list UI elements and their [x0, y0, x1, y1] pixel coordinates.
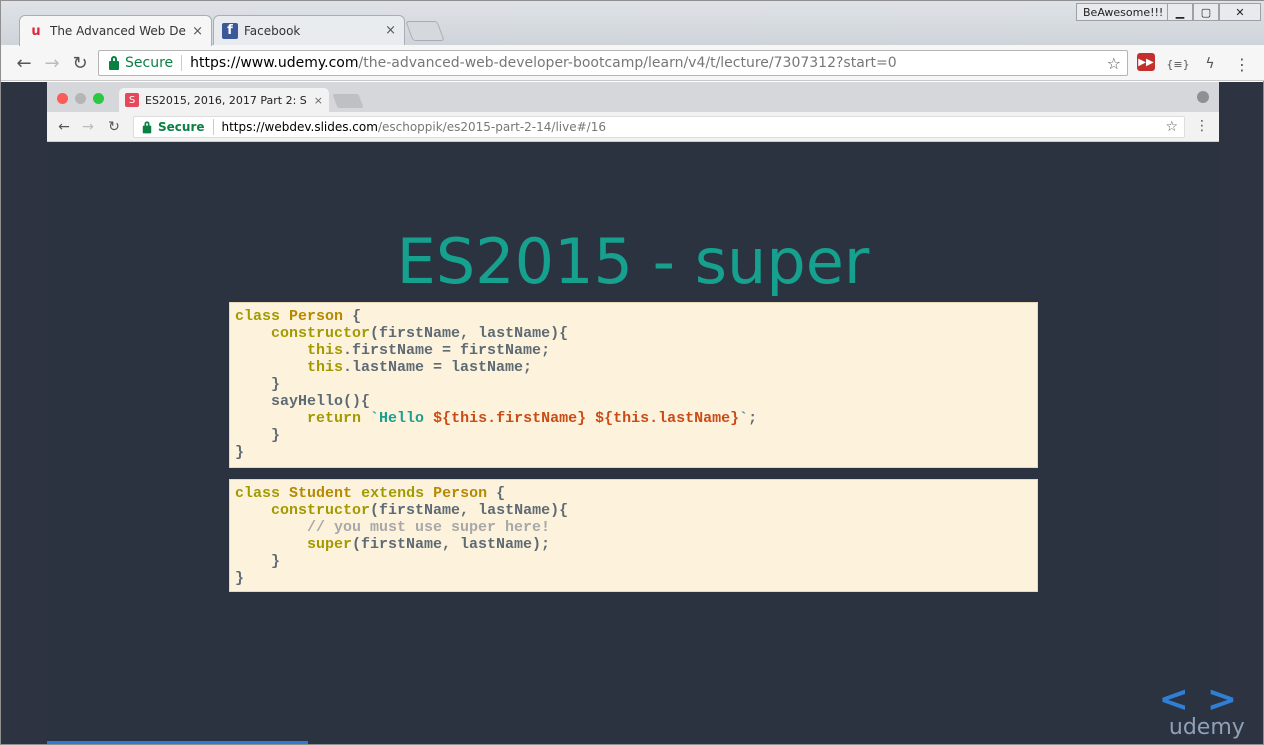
- code-line: return `Hello ${this.firstName} ${this.l…: [307, 410, 758, 427]
- code-line: this.firstName = firstName;: [307, 342, 551, 359]
- close-icon[interactable]: ×: [385, 23, 396, 38]
- udemy-wordmark: udemy: [1168, 715, 1245, 740]
- back-icon[interactable]: ←: [13, 52, 35, 74]
- lock-icon: [142, 120, 152, 133]
- code-line: class Person {: [235, 308, 362, 325]
- browser-window: u The Advanced Web Deve × f Facebook × B…: [0, 0, 1264, 745]
- minimize-button[interactable]: ▁: [1167, 3, 1193, 21]
- code-line: }: [235, 553, 281, 570]
- slide: ES2015 - super class Person { constructo…: [47, 143, 1219, 744]
- code-line: class Student extends Person {: [235, 485, 506, 502]
- facebook-icon: f: [222, 22, 238, 39]
- bookmark-star-icon[interactable]: ☆: [1107, 54, 1121, 73]
- forward-icon[interactable]: →: [41, 52, 63, 74]
- secure-label: Secure: [125, 55, 174, 71]
- reload-icon: ↻: [108, 119, 120, 135]
- zoom-dot: [93, 93, 104, 104]
- tab-title: ES2015, 2016, 2017 Part 2: S: [145, 93, 307, 107]
- inner-browser: S ES2015, 2016, 2017 Part 2: S × ← → ↻ S…: [47, 82, 1219, 744]
- lightning-icon[interactable]: ϟ: [1200, 54, 1220, 74]
- chevrons-logo-icon: <>: [1158, 679, 1255, 720]
- code-line: }: [235, 427, 281, 444]
- code-line: }: [235, 376, 281, 393]
- inner-toolbar: ← → ↻ Secure https://webdev.slides.com /…: [47, 112, 1219, 142]
- menu-icon[interactable]: ⋮: [1232, 54, 1252, 74]
- new-tab-button[interactable]: [405, 21, 445, 41]
- code-line: constructor(firstName, lastName){: [271, 325, 569, 342]
- menu-icon: ⋮: [1195, 118, 1209, 134]
- secure-label: Secure: [158, 120, 205, 134]
- extension-icon[interactable]: ▶▶: [1137, 53, 1155, 71]
- close-icon[interactable]: ×: [192, 24, 203, 39]
- slide-title: ES2015 - super: [396, 225, 870, 298]
- video-progress-bar[interactable]: [47, 741, 308, 744]
- divider: [181, 55, 183, 71]
- forward-icon: →: [82, 119, 94, 135]
- json-formatter-icon[interactable]: {≡}: [1166, 54, 1189, 74]
- minimize-dot: [75, 93, 86, 104]
- close-icon: ×: [313, 93, 323, 107]
- code-line: this.lastName = lastName;: [307, 359, 533, 376]
- divider: [212, 119, 214, 135]
- udemy-icon: u: [31, 23, 41, 39]
- url-host: https://webdev.slides.com: [221, 120, 378, 134]
- reload-icon[interactable]: ↻: [69, 52, 91, 74]
- inner-address-bar: Secure https://webdev.slides.com /eschop…: [133, 116, 1185, 138]
- code-line: sayHello(){: [235, 393, 371, 410]
- address-bar[interactable]: Secure https://www.udemy.com /the-advanc…: [98, 50, 1128, 76]
- code-line: }: [235, 570, 245, 587]
- code-block-person: class Person { constructor(firstName, la…: [229, 302, 1038, 468]
- inner-tab-slides: S ES2015, 2016, 2017 Part 2: S ×: [119, 88, 329, 112]
- url-path: /the-advanced-web-developer-bootcamp/lea…: [358, 55, 897, 71]
- lock-icon: [109, 55, 119, 70]
- video-area: S ES2015, 2016, 2017 Part 2: S × ← → ↻ S…: [1, 82, 1263, 744]
- slides-icon: S: [125, 93, 139, 107]
- outer-toolbar: ← → ↻ Secure https://www.udemy.com /the-…: [1, 45, 1264, 81]
- url-host: https://www.udemy.com: [190, 55, 359, 71]
- tab-title: The Advanced Web Deve: [50, 24, 187, 38]
- close-dot: [57, 93, 68, 104]
- url-path: /eschoppik/es2015-part-2-14/live#/16: [377, 120, 606, 134]
- profile-button[interactable]: BeAwesome!!!: [1076, 3, 1171, 21]
- inner-tab-strip: S ES2015, 2016, 2017 Part 2: S ×: [47, 82, 1219, 112]
- new-tab-icon: [332, 94, 364, 108]
- udemy-watermark: <> udemy: [1158, 679, 1255, 741]
- maximize-button[interactable]: ▢: [1193, 3, 1219, 21]
- code-line: constructor(firstName, lastName){: [271, 502, 569, 519]
- code-line: }: [235, 444, 245, 461]
- tab-udemy[interactable]: u The Advanced Web Deve ×: [19, 15, 212, 46]
- tab-facebook[interactable]: f Facebook ×: [213, 15, 405, 45]
- bookmark-star-icon: ☆: [1165, 119, 1178, 135]
- code-line: super(firstName, lastName);: [307, 536, 551, 553]
- profile-icon: [1197, 91, 1209, 103]
- code-line: // you must use super here!: [307, 519, 551, 536]
- tab-title: Facebook: [244, 23, 301, 38]
- close-window-button[interactable]: ✕: [1219, 3, 1261, 21]
- outer-tab-strip: u The Advanced Web Deve × f Facebook × B…: [1, 1, 1264, 46]
- back-icon: ←: [58, 119, 70, 135]
- code-block-student: class Student extends Person { construct…: [229, 479, 1038, 592]
